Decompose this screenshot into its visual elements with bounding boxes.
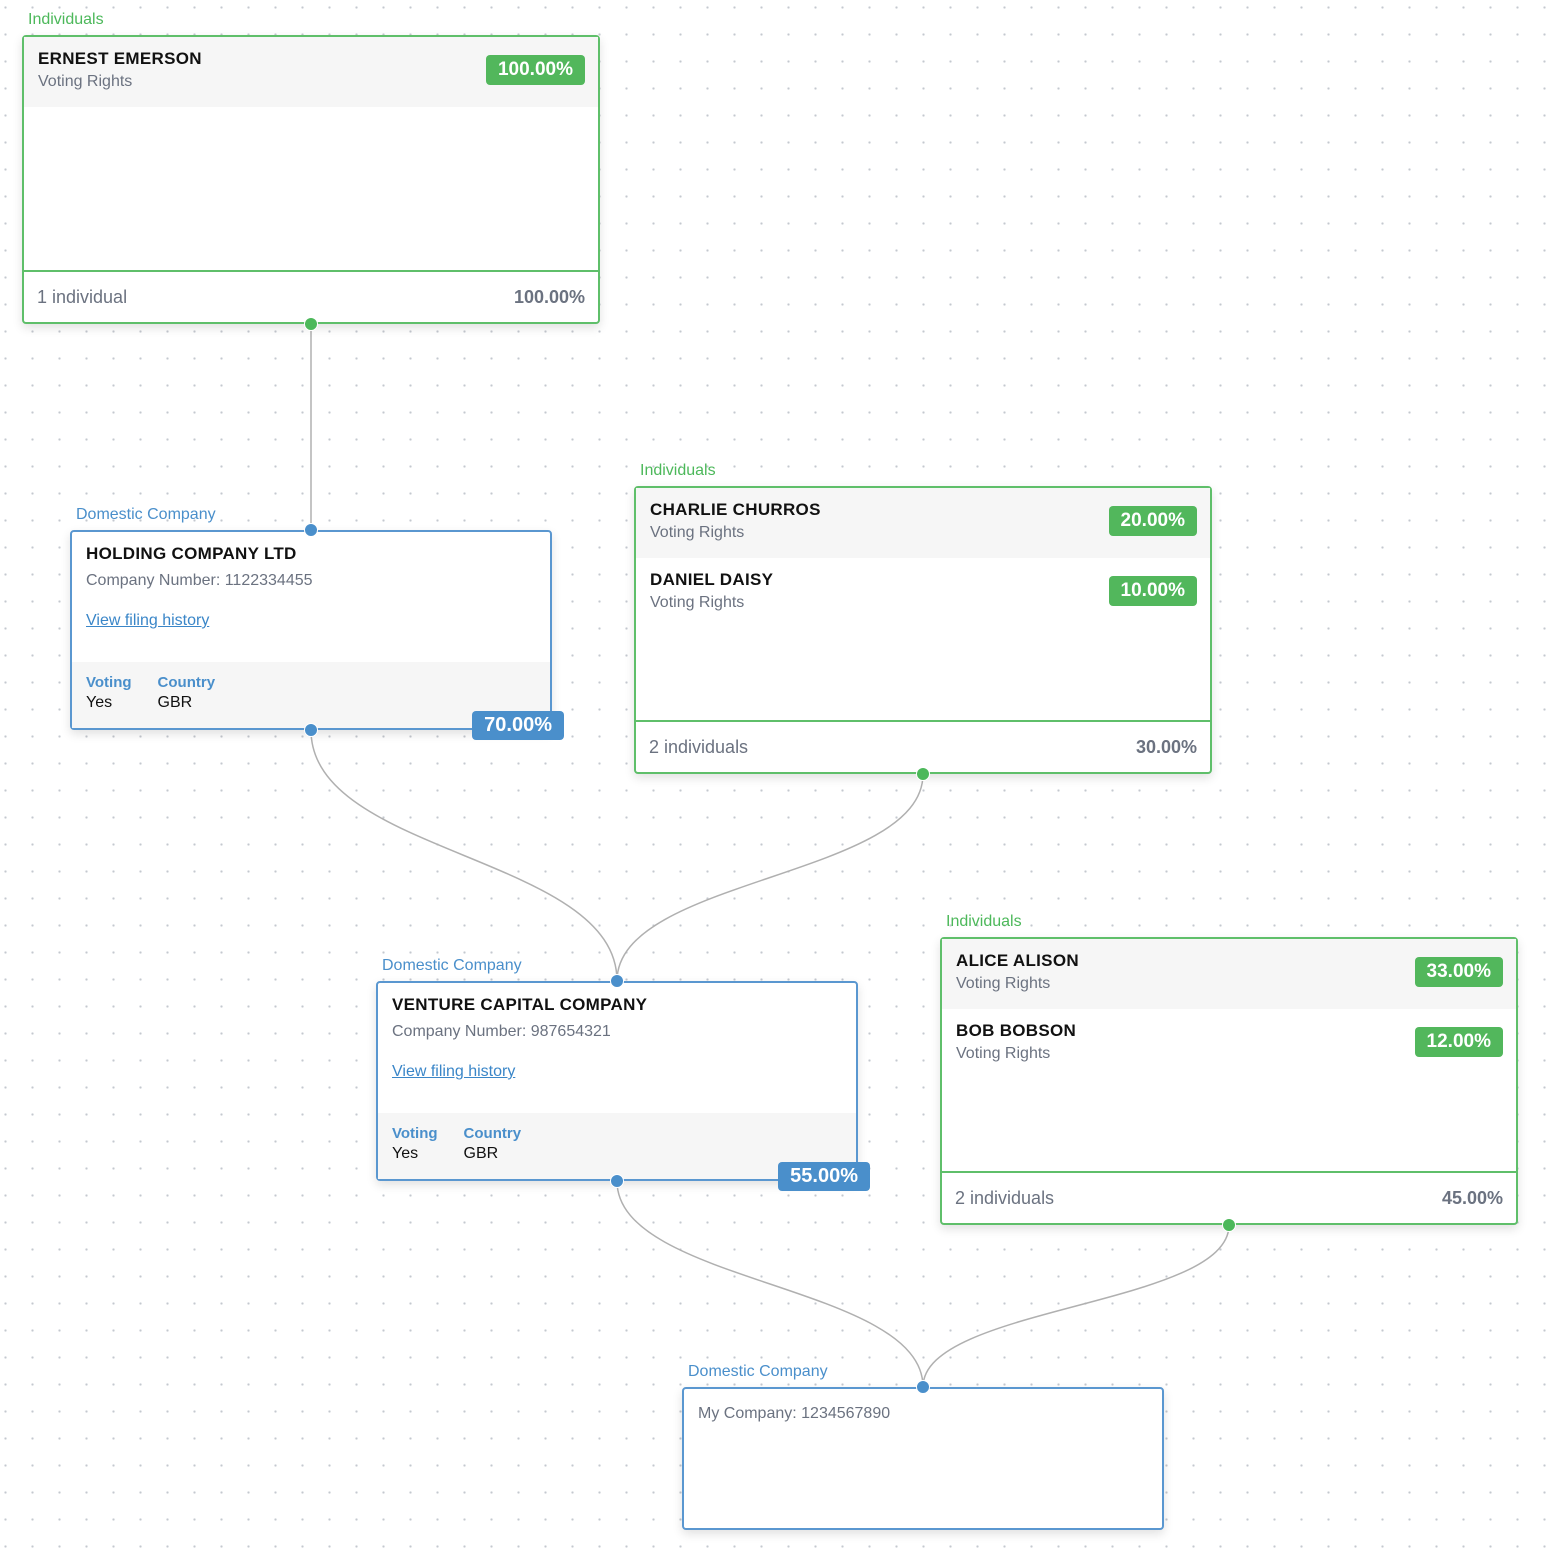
ownership-edge[interactable] xyxy=(616,1180,924,1388)
node-type-label: Domestic Company xyxy=(688,1363,828,1380)
country-label: Country xyxy=(463,1125,522,1142)
country-value: GBR xyxy=(463,1145,499,1162)
voting-field: Voting Yes xyxy=(86,674,132,716)
voting-label: Voting xyxy=(86,674,132,691)
individual-count: 2 individuals xyxy=(649,736,749,757)
total-percent: 100.00% xyxy=(513,286,585,307)
company-number: My Company: 1234567890 xyxy=(698,1405,891,1422)
ownership-edge[interactable] xyxy=(616,773,924,982)
percent-badge: 55.00% xyxy=(778,1162,870,1191)
country-label: Country xyxy=(157,674,216,691)
individuals-node[interactable]: CHARLIE CHURROS Voting Rights 20.00% DANIEL… xyxy=(634,486,1212,774)
company-name: HOLDING COMPANY LTD xyxy=(86,544,297,563)
company-body: My Company: 1234567890 xyxy=(684,1389,1162,1435)
total-percent: 45.00% xyxy=(1441,1187,1503,1208)
view-filing-history-link[interactable]: View filing history xyxy=(392,1063,515,1081)
source-handle[interactable] xyxy=(304,317,318,331)
company-number: Company Number: 1122334455 xyxy=(86,572,313,589)
target-handle[interactable] xyxy=(610,974,624,988)
source-handle[interactable] xyxy=(304,723,318,737)
voting-label: Voting xyxy=(392,1125,438,1142)
percent-badge: 10.00% xyxy=(1108,576,1197,606)
individuals-node[interactable]: ALICE ALISON Voting Rights 33.00% BOB BOBSO… xyxy=(940,937,1518,1225)
source-handle[interactable] xyxy=(916,767,930,781)
individual-count: 2 individuals xyxy=(955,1187,1055,1208)
voting-field: Voting Yes xyxy=(392,1125,438,1167)
company-node[interactable]: VENTURE CAPITAL COMPANY Company Number: 9… xyxy=(376,981,870,1191)
individual-row[interactable]: BOB BOBSON Voting Rights 12.00% xyxy=(942,1009,1516,1079)
country-field: Country GBR xyxy=(464,1125,522,1167)
country-field: Country GBR xyxy=(158,674,216,716)
company-body: VENTURE CAPITAL COMPANY Company Number: 9… xyxy=(378,983,856,1093)
company-number: Company Number: 987654321 xyxy=(392,1023,611,1040)
view-filing-history-link[interactable]: View filing history xyxy=(86,612,209,630)
company-name: VENTURE CAPITAL COMPANY xyxy=(392,995,648,1014)
percent-badge: 20.00% xyxy=(1108,506,1197,536)
ownership-edge[interactable] xyxy=(922,1224,1230,1388)
group-footer: 2 individuals 30.00% xyxy=(636,720,1210,772)
company-node[interactable]: My Company: 1234567890 xyxy=(682,1387,1164,1530)
node-type-label: Individuals xyxy=(640,462,716,479)
voting-value: Yes xyxy=(392,1145,419,1162)
individual-count: 1 individual xyxy=(37,286,128,307)
node-type-label: Domestic Company xyxy=(76,506,216,523)
source-handle[interactable] xyxy=(1222,1218,1236,1232)
ownership-edge[interactable] xyxy=(310,729,618,982)
target-handle[interactable] xyxy=(304,523,318,537)
group-footer: 2 individuals 45.00% xyxy=(942,1171,1516,1223)
group-footer: 1 individual 100.00% xyxy=(24,270,598,322)
percent-badge: 33.00% xyxy=(1414,957,1503,987)
source-handle[interactable] xyxy=(610,1174,624,1188)
individual-row[interactable]: ALICE ALISON Voting Rights 33.00% xyxy=(942,939,1516,1009)
total-percent: 30.00% xyxy=(1135,736,1197,757)
node-type-label: Individuals xyxy=(946,913,1022,930)
individual-row[interactable]: CHARLIE CHURROS Voting Rights 20.00% xyxy=(636,488,1210,558)
node-type-label: Domestic Company xyxy=(382,957,522,974)
individual-row[interactable]: DANIEL DAISY Voting Rights 10.00% xyxy=(636,558,1210,628)
country-value: GBR xyxy=(157,694,193,711)
voting-value: Yes xyxy=(86,694,113,711)
individual-row[interactable]: ERNEST EMERSON Voting Rights 100.00% xyxy=(24,37,598,107)
percent-badge: 12.00% xyxy=(1414,1027,1503,1057)
company-node[interactable]: HOLDING COMPANY LTD Company Number: 11223… xyxy=(70,530,564,740)
company-body: HOLDING COMPANY LTD Company Number: 11223… xyxy=(72,532,550,642)
individuals-node[interactable]: ERNEST EMERSON Voting Rights 100.00% 1 indi… xyxy=(22,35,600,324)
percent-badge: 70.00% xyxy=(472,711,564,740)
node-type-label: Individuals xyxy=(28,11,104,28)
target-handle[interactable] xyxy=(916,1380,930,1394)
percent-badge: 100.00% xyxy=(485,55,585,85)
